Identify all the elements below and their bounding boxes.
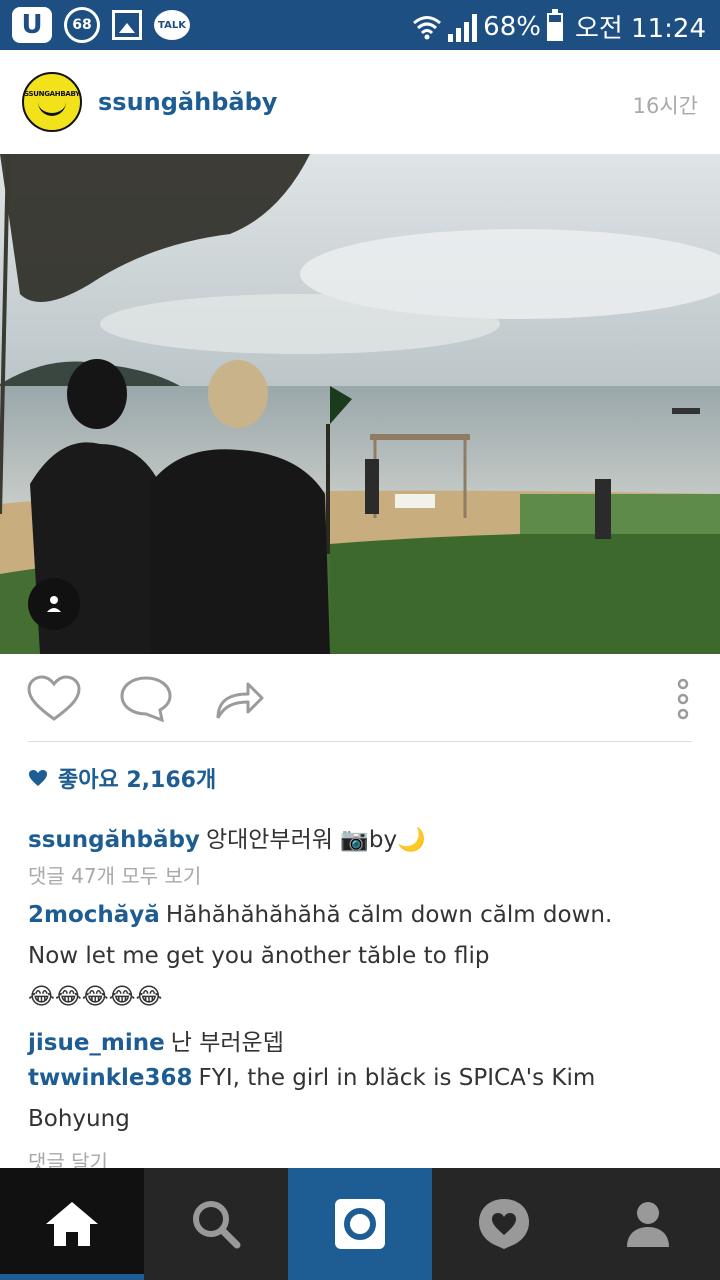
- battery-percent: 68%: [483, 11, 541, 42]
- comment: 2mochăyă Hăhăhăhăhăhă călm down călm down…: [28, 902, 612, 928]
- post-header: SSUNGAHBABY ssungăhbăby 16시간: [0, 50, 720, 154]
- comment-text: Hăhăhăhăhăhă călm down călm down.: [165, 902, 613, 928]
- nav-search[interactable]: [144, 1168, 288, 1280]
- caption-text: 앙대안부러워 📷by🌙: [205, 827, 426, 853]
- comment-text: FYI, the girl in blăck is SPICA's Kim: [198, 1065, 596, 1091]
- comment-continued: Bohyung: [28, 1106, 130, 1132]
- comment-username[interactable]: twwinkle368: [28, 1065, 193, 1091]
- heart-icon: [29, 770, 47, 786]
- post-time: 16시간: [632, 94, 698, 118]
- wifi-icon: [413, 15, 442, 39]
- nav-home[interactable]: [0, 1168, 144, 1280]
- more-options-icon[interactable]: [668, 674, 698, 724]
- gallery-icon: [112, 10, 142, 40]
- caption: ssungăhbăby 앙대안부러워 📷by🌙: [28, 820, 426, 854]
- beach-photo: [0, 154, 720, 654]
- kakaotalk-icon: TALK: [154, 10, 190, 40]
- comment-emoji: 😂😂😂😂😂: [28, 984, 163, 1010]
- comment-continued: Now let me get you ănother tăble to flip: [28, 943, 490, 969]
- divider: [28, 741, 692, 742]
- comment-text: 난 부러운뎁: [170, 1030, 284, 1056]
- camera-icon: [335, 1199, 385, 1249]
- view-all-comments-link[interactable]: 댓글 47개 모두 보기: [28, 860, 201, 889]
- tag-people-button[interactable]: [28, 578, 80, 630]
- battery-icon: [546, 8, 563, 41]
- comment-username[interactable]: 2mochăyă: [28, 902, 160, 928]
- post-actions: [0, 654, 720, 742]
- bottom-nav: [0, 1168, 720, 1280]
- likes-label: 좋아요 2,166개: [58, 768, 217, 793]
- activity-heart-icon: [479, 1199, 529, 1249]
- like-heart-icon[interactable]: [26, 674, 82, 724]
- comment-icon[interactable]: [118, 674, 174, 724]
- person-icon: [47, 596, 61, 612]
- avatar[interactable]: SSUNGAHBABY: [22, 72, 82, 132]
- comment: twwinkle368 FYI, the girl in blăck is SPI…: [28, 1065, 595, 1091]
- comment-username[interactable]: jisue_mine: [28, 1030, 165, 1056]
- post-username[interactable]: ssungăhbăby: [98, 88, 277, 116]
- caption-username[interactable]: ssungăhbăby: [28, 827, 200, 853]
- signal-icon: [448, 12, 478, 42]
- avatar-text: SSUNGAHBABY: [24, 90, 80, 98]
- home-icon: [46, 1202, 98, 1246]
- smile-icon: [38, 100, 66, 116]
- share-arrow-icon[interactable]: [212, 674, 268, 724]
- status-bar: U 68 TALK 68% 오전 11:24: [0, 0, 720, 50]
- search-icon: [193, 1201, 241, 1249]
- profile-icon: [627, 1202, 669, 1247]
- post-photo[interactable]: [0, 154, 720, 654]
- nav-profile[interactable]: [576, 1168, 720, 1280]
- comment: jisue_mine 난 부러운뎁: [28, 1023, 284, 1057]
- notification-count-icon: 68: [64, 7, 100, 43]
- likes-count[interactable]: 좋아요 2,166개: [28, 762, 216, 794]
- nav-camera[interactable]: [288, 1168, 432, 1280]
- u-plus-icon: U: [12, 7, 52, 43]
- nav-activity[interactable]: [432, 1168, 576, 1280]
- clock: 오전 11:24: [574, 14, 706, 44]
